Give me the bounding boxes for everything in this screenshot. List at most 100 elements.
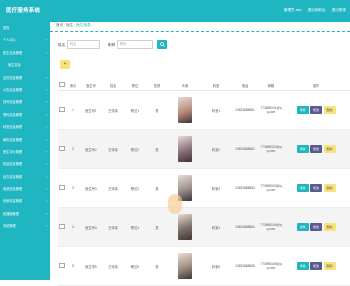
detail-button[interactable]: 详情 [296, 184, 309, 192]
delete-button[interactable]: 删除 [323, 184, 336, 192]
cell-photo [168, 129, 202, 169]
main-content: 首页/医生/医生信息 姓名 姓名 职称 职称 + 索引 医生号 姓名 职位 性别… [50, 22, 350, 286]
sidebar-item[interactable]: 轮播图管理 › [0, 208, 50, 220]
header-name: 姓名 [102, 80, 124, 91]
sidebar-item[interactable]: 预约信息管理 › [0, 109, 50, 121]
delete-button[interactable]: 删除 [323, 106, 336, 114]
chevron-icon: › [45, 162, 47, 167]
cell-doctor-no: 医生号2 [80, 129, 102, 169]
sidebar-item[interactable]: 系统信息管理 › [0, 195, 50, 207]
sidebar-item-label: 轮播图管理 [3, 211, 19, 216]
sidebar-item-label: 药品信息管理 [3, 162, 23, 167]
sidebar-item-label: 系统信息管理 [3, 199, 23, 204]
row-checkbox[interactable] [58, 90, 66, 130]
detail-button[interactable]: 详情 [296, 106, 309, 114]
name-input[interactable]: 姓名 [67, 40, 100, 49]
header-checkbox[interactable] [58, 80, 66, 91]
edit-button[interactable]: 修改 [310, 145, 322, 153]
doctor-table: 索引 医生号 姓名 职位 性别 头像 科室 电话 邮箱 操作 1 医生号1 王伟伟职… [58, 80, 350, 286]
breadcrumb-current: 医生信息 [76, 23, 91, 27]
sidebar-item[interactable]: 处方信息管理 › [0, 171, 50, 183]
doctor-photo [178, 135, 192, 162]
sidebar-item[interactable]: 公告信息管理 › [0, 84, 50, 96]
cell-phone: 13823888882 [230, 129, 260, 169]
chevron-icon: › [45, 112, 47, 117]
sidebar-item[interactable]: 系统管理 › [0, 220, 50, 232]
chevron-icon: › [45, 137, 47, 142]
sidebar-item[interactable]: 首页 [0, 22, 50, 34]
edit-button[interactable]: 修改 [310, 106, 322, 114]
edit-button[interactable]: 修改 [310, 262, 322, 270]
delete-button[interactable]: 删除 [323, 223, 336, 231]
table-row: 1 医生号1 王伟伟 职位1 男 科室1 13823888881 773890001@qq.c… [58, 90, 350, 130]
sidebar-item-label: 医生信息管理 [3, 50, 23, 55]
header-index: 索引 [66, 80, 80, 91]
header-phone: 电话 [230, 80, 260, 91]
chevron-icon: › [45, 50, 47, 55]
top-links: 管理员 abo 退出到前台 退出登录 [284, 8, 346, 13]
cell-dept: 科室1 [202, 90, 230, 130]
doctor-photo [178, 252, 192, 279]
cell-email: 773890002@qq.com [260, 129, 282, 169]
sidebar-item[interactable]: 个人中心 › [0, 34, 50, 46]
cell-dept: 科室3 [202, 168, 230, 208]
title-input[interactable]: 职称 [117, 40, 153, 49]
cell-name: 王伟伟 [102, 90, 124, 130]
cell-name: 王伟伟 [102, 129, 124, 169]
cell-phone: 13823888881 [230, 90, 260, 130]
cell-doctor-no: 医生号4 [80, 207, 102, 247]
cell-phone: 13823888883 [230, 168, 260, 208]
sidebar: 首页个人中心 › 医生信息管理 › 医生信息 会员信息管理 › 公告信息管理 › 挂号信息管理 › 预… [0, 22, 50, 280]
delete-button[interactable]: 删除 [323, 262, 336, 270]
breadcrumb-section[interactable]: 医生 [66, 23, 73, 27]
sidebar-item-label: 系统管理 [3, 224, 16, 229]
sidebar-item[interactable]: 科室信息管理 › [0, 121, 50, 133]
table-row: 2 医生号2 王伟伟 职位2 男 科室2 13823888882 773890002@qq.c… [58, 129, 350, 169]
add-button[interactable]: + [60, 60, 70, 69]
cell-doctor-no: 医生号1 [80, 90, 102, 130]
edit-button[interactable]: 修改 [310, 184, 322, 192]
cell-email: 773890001@qq.com [260, 90, 282, 130]
chevron-icon: › [45, 38, 47, 43]
sidebar-item[interactable]: 收费信息管理 › [0, 183, 50, 195]
detail-button[interactable]: 详情 [296, 145, 309, 153]
cell-title: 职位1 [124, 90, 146, 130]
delete-button[interactable]: 删除 [323, 145, 336, 153]
doctor-photo [178, 96, 192, 123]
row-checkbox[interactable] [58, 129, 66, 169]
sidebar-item[interactable]: 会员信息管理 › [0, 72, 50, 84]
sidebar-item[interactable]: 挂号信息管理 › [0, 96, 50, 108]
chevron-icon: › [45, 100, 47, 105]
sidebar-item-label: 病历信息管理 [3, 137, 23, 142]
filter-label-name: 姓名 [58, 43, 66, 47]
chevron-icon: › [45, 87, 47, 92]
sidebar-item[interactable]: 病历信息管理 › [0, 134, 50, 146]
breadcrumb-home[interactable]: 首页 [56, 23, 63, 27]
sidebar-item-label: 科室信息管理 [3, 125, 23, 130]
sidebar-item[interactable]: 药品信息管理 › [0, 158, 50, 170]
sidebar-item[interactable]: 医生信息 [0, 59, 50, 71]
cell-ops: 详情 修改 删除 [282, 168, 350, 208]
sidebar-item-label: 收费信息管理 [3, 187, 23, 192]
row-checkbox[interactable] [58, 168, 66, 208]
header-ops: 操作 [282, 80, 350, 91]
filter-label-title: 职称 [108, 43, 116, 47]
edit-button[interactable]: 修改 [310, 223, 322, 231]
chevron-icon: › [45, 224, 47, 229]
chevron-icon: › [45, 149, 47, 154]
logout-link[interactable]: 退出登录 [332, 8, 346, 13]
row-checkbox[interactable] [58, 207, 66, 247]
cell-phone: 13823888884 [230, 207, 260, 247]
cell-photo [168, 90, 202, 130]
sidebar-item[interactable]: 医生信息管理 › [0, 47, 50, 59]
detail-button[interactable]: 详情 [296, 262, 309, 270]
table-header-row: 索引 医生号 姓名 职位 性别 头像 科室 电话 邮箱 操作 [58, 80, 350, 91]
search-button[interactable] [157, 40, 167, 49]
sidebar-item[interactable]: 医生评价管理 › [0, 146, 50, 158]
sidebar-item-label: 首页 [3, 26, 10, 30]
cell-email: 773890004@qq.com [260, 207, 282, 247]
chevron-icon: › [45, 211, 47, 216]
home-link[interactable]: 退出到前台 [308, 8, 326, 13]
chevron-icon: › [45, 75, 47, 80]
detail-button[interactable]: 详情 [296, 223, 309, 231]
